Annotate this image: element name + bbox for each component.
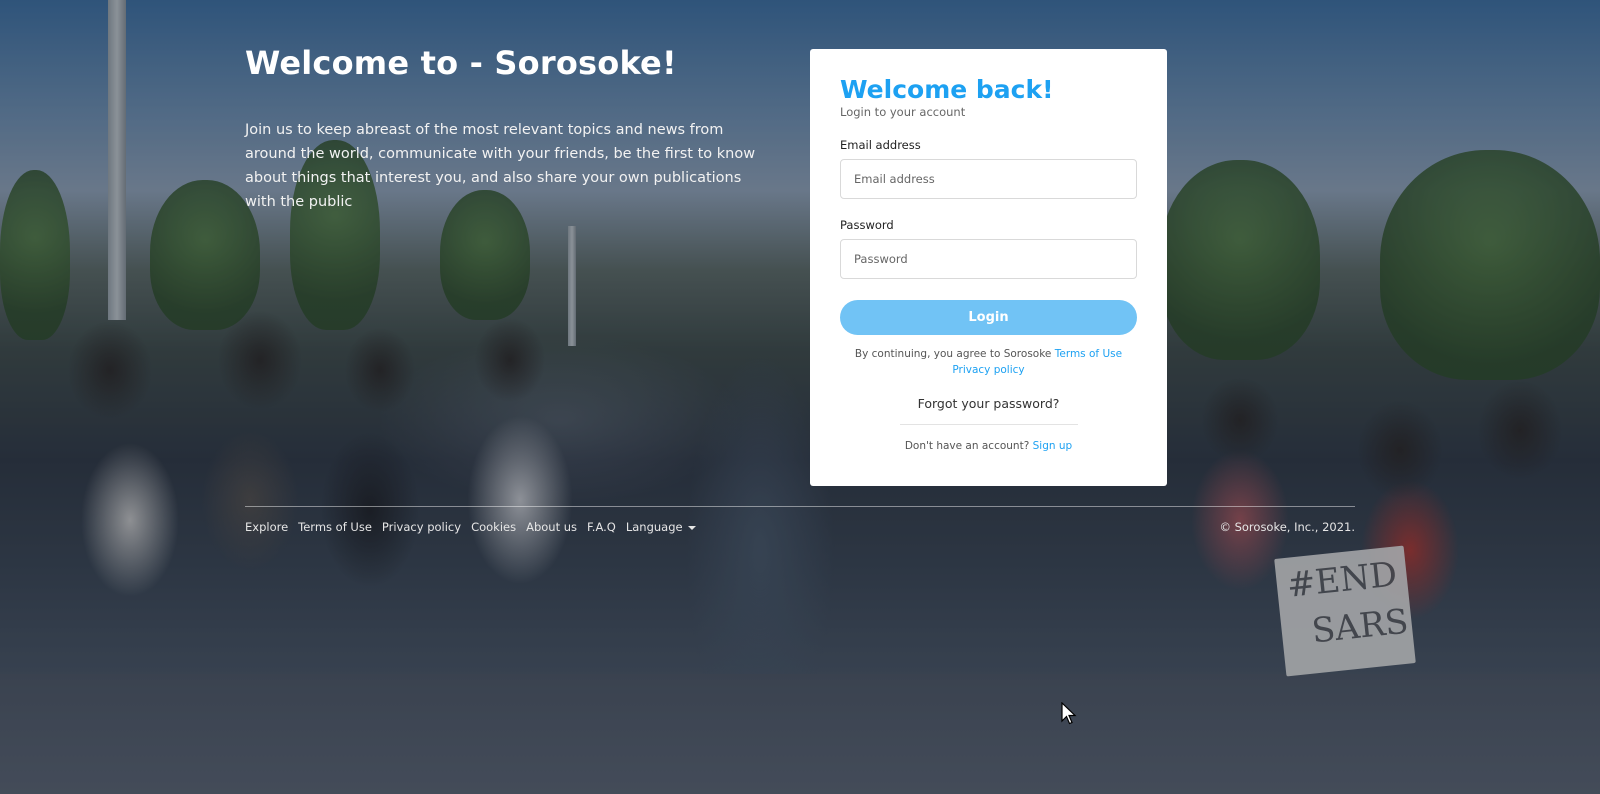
background-photo: #END SARS [0, 0, 1600, 794]
signup-prompt: Don't have an account? Sign up [840, 440, 1137, 452]
hero-title: Welcome to - Sorosoke! [245, 44, 677, 82]
hero-section: Welcome to - Sorosoke! Join us to keep a… [245, 44, 765, 214]
language-label: Language [625, 520, 683, 534]
password-label: Password [840, 218, 894, 232]
copyright: © Sorosoke, Inc., 2021. [1219, 520, 1355, 534]
footer-link-explore[interactable]: Explore [245, 520, 288, 534]
footer-link-faq[interactable]: F.A.Q [587, 520, 616, 534]
footer-nav: Explore Terms of Use Privacy policy Cook… [245, 520, 696, 534]
mouse-cursor-icon [1061, 702, 1077, 725]
privacy-policy-link[interactable]: Privacy policy [952, 364, 1024, 376]
terms-notice: By continuing, you agree to Sorosoke Ter… [840, 346, 1137, 378]
terms-prefix: By continuing, you agree to Sorosoke [854, 348, 1055, 360]
hero-description: Join us to keep abreast of the most rele… [245, 122, 756, 210]
email-field[interactable] [840, 159, 1137, 199]
divider [899, 424, 1078, 425]
login-subheading: Login to your account [840, 105, 966, 119]
dark-overlay [0, 0, 1600, 794]
footer-link-privacy[interactable]: Privacy policy [382, 520, 461, 534]
forgot-password-link[interactable]: Forgot your password? [840, 396, 1137, 411]
footer: Explore Terms of Use Privacy policy Cook… [245, 520, 1355, 534]
email-label: Email address [840, 138, 921, 152]
login-heading: Welcome back! [840, 75, 1054, 104]
footer-link-about[interactable]: About us [526, 520, 577, 534]
footer-link-cookies[interactable]: Cookies [471, 520, 516, 534]
terms-of-use-link[interactable]: Terms of Use [1055, 348, 1122, 360]
password-field[interactable] [840, 239, 1137, 279]
login-card: Welcome back! Login to your account Emai… [810, 49, 1167, 486]
caret-down-icon [687, 525, 696, 530]
signup-prefix: Don't have an account? [904, 440, 1033, 452]
language-dropdown[interactable]: Language [626, 520, 696, 534]
login-button[interactable]: Login [840, 300, 1137, 335]
footer-divider [245, 506, 1355, 507]
footer-link-terms[interactable]: Terms of Use [298, 520, 372, 534]
sign-up-link[interactable]: Sign up [1033, 440, 1073, 452]
